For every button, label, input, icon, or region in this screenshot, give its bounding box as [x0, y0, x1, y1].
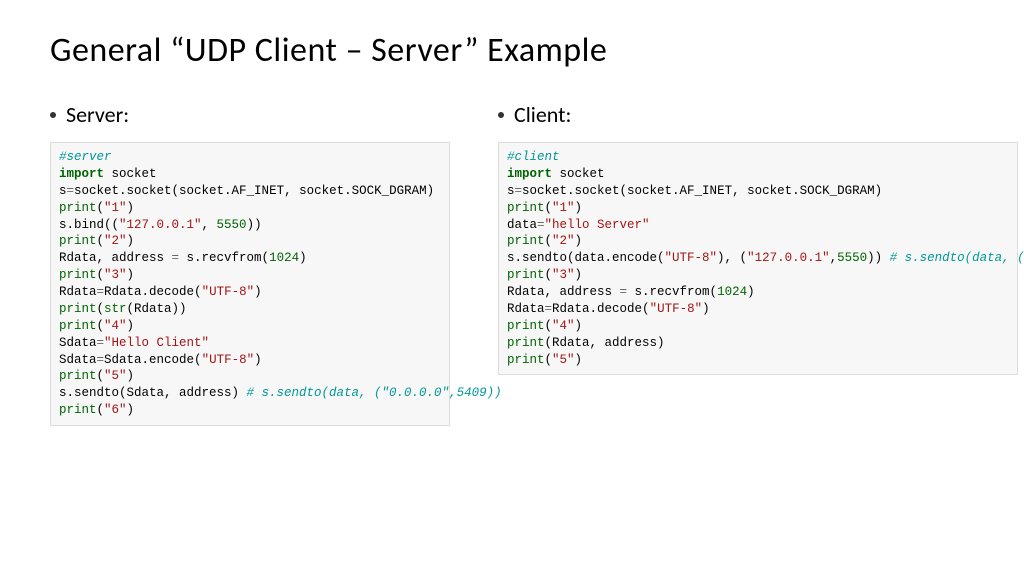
client-code-block: #client import socket s=socket.socket(so…: [498, 142, 1018, 375]
server-column: Server: #server import socket s=socket.s…: [50, 101, 450, 426]
bullet-icon: [498, 112, 504, 118]
server-code-block: #server import socket s=socket.socket(so…: [50, 142, 450, 426]
server-label: Server:: [50, 101, 450, 128]
bullet-icon: [50, 112, 56, 118]
client-column: Client: #client import socket s=socket.s…: [498, 101, 1018, 426]
columns: Server: #server import socket s=socket.s…: [50, 101, 974, 426]
slide-title: General “UDP Client – Server” Example: [50, 30, 974, 71]
client-label: Client:: [498, 101, 1018, 128]
